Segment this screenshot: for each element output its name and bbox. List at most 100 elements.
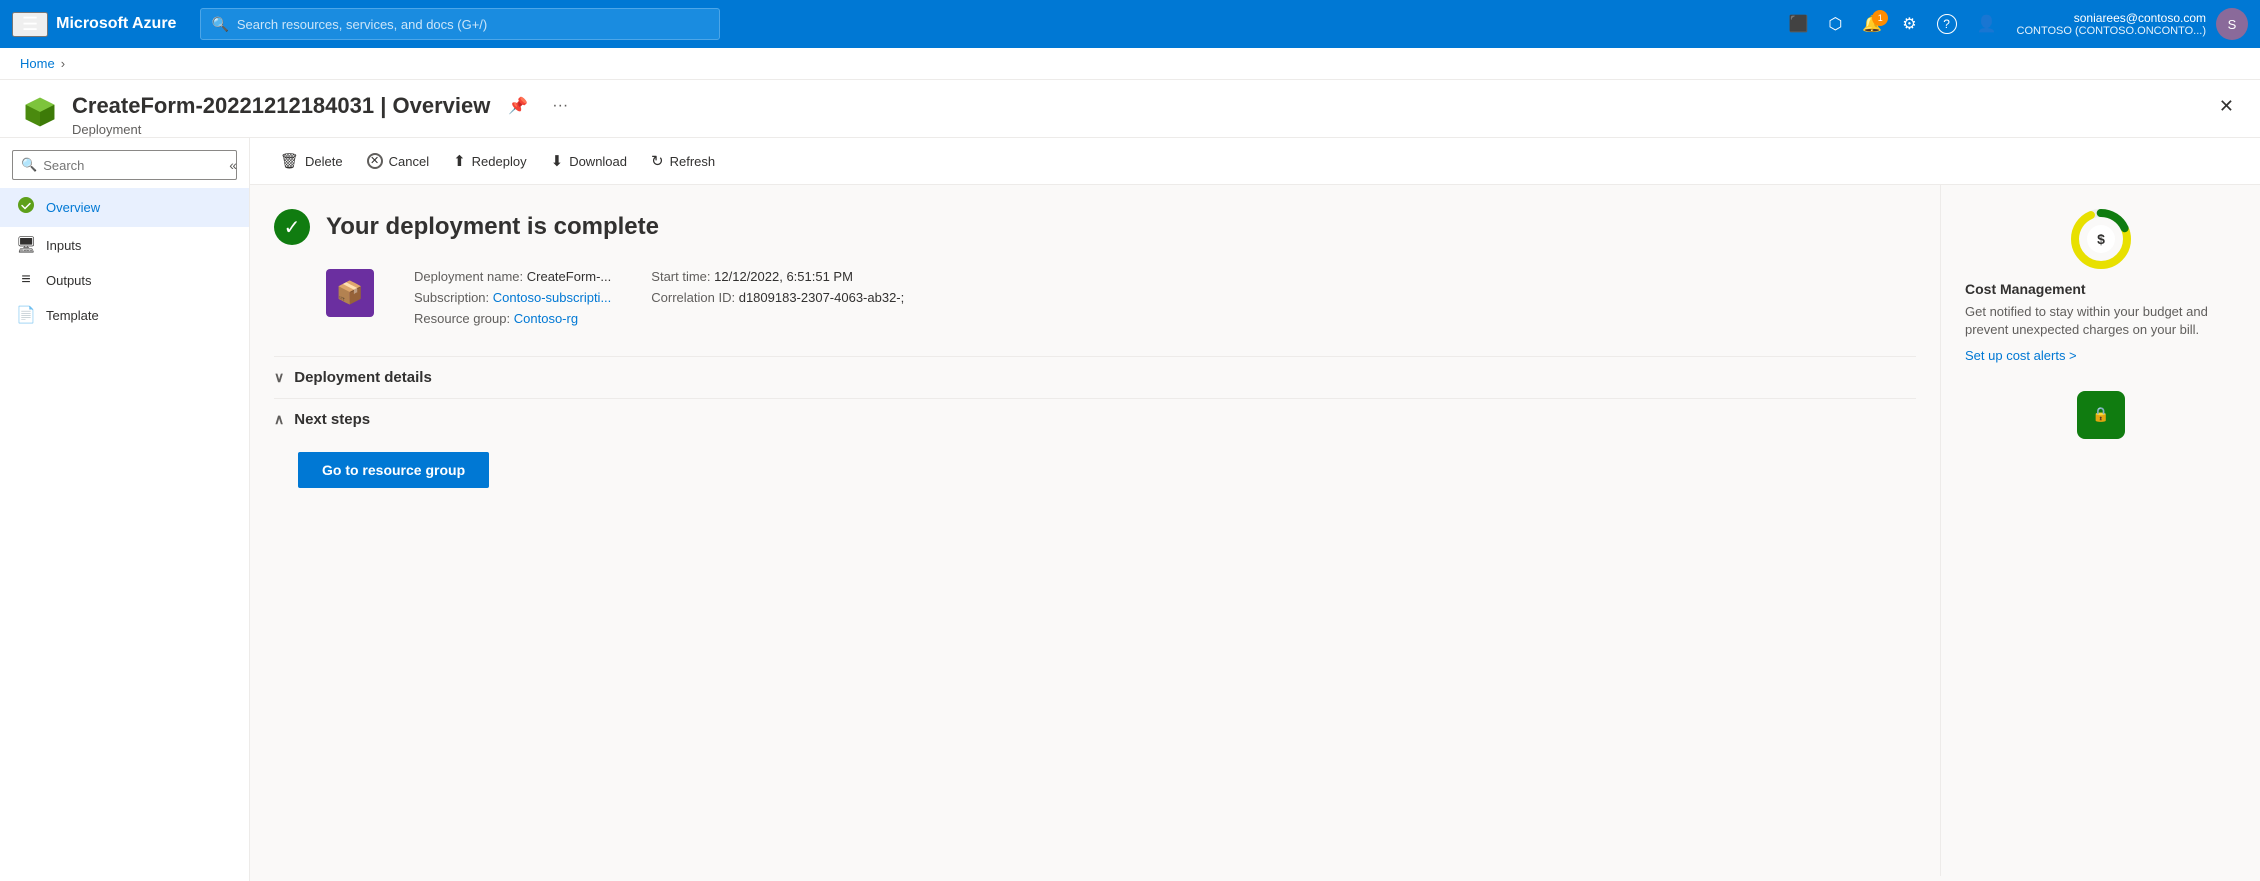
deployment-name-row: Deployment name: CreateForm-...	[414, 269, 611, 284]
top-navigation: ☰ Microsoft Azure 🔍 ⬛ ⬡ 🔔 1 ⚙ ? 👤 soniar…	[0, 0, 2260, 48]
redeploy-icon: ⬆	[453, 152, 466, 170]
cube-icon: 📦	[336, 280, 363, 306]
directory-button[interactable]: 👤	[1969, 8, 2005, 40]
start-time-label: Start time:	[651, 269, 710, 284]
cost-management-icon: $	[2071, 209, 2131, 269]
page-header: CreateForm-20221212184031 | Overview 📌 ·…	[0, 80, 2260, 138]
main-layout: 🔍 « Overview 🖥 Inputs ≡ Outputs 📄 Templa…	[0, 138, 2260, 881]
search-icon: 🔍	[211, 16, 228, 33]
next-steps-section-header[interactable]: ∧ Next steps	[274, 398, 1916, 440]
notifications-button[interactable]: 🔔 1	[1854, 8, 1890, 40]
next-steps-chevron-icon: ∧	[274, 411, 284, 428]
content-area: ✓ Your deployment is complete 📦 Deployme…	[250, 185, 2260, 876]
cancel-button[interactable]: ✕ Cancel	[357, 147, 439, 175]
resource-icon	[20, 92, 60, 132]
redeploy-button[interactable]: ⬆ Redeploy	[443, 146, 537, 176]
hamburger-menu-button[interactable]: ☰	[12, 12, 48, 37]
start-time-value: 12/12/2022, 6:51:51 PM	[714, 269, 853, 284]
security-section: 🔒	[1965, 391, 2236, 439]
deployment-name-value: CreateForm-...	[527, 269, 612, 284]
sidebar-item-outputs-label: Outputs	[46, 273, 92, 288]
set-up-cost-alerts-link[interactable]: Set up cost alerts >	[1965, 348, 2077, 363]
delete-icon: 🗑	[280, 152, 299, 170]
cloud-shell-button[interactable]: ⬛	[1780, 8, 1816, 40]
user-info: soniarees@contoso.com CONTOSO (CONTOSO.O…	[2017, 11, 2206, 37]
sidebar-item-overview-label: Overview	[46, 200, 100, 215]
cloud-shell-icon: ⬛	[1788, 14, 1808, 34]
user-email: soniarees@contoso.com	[2017, 11, 2206, 25]
deployment-complete-header: ✓ Your deployment is complete	[274, 209, 1916, 245]
security-shield-icon: 🔒	[2077, 391, 2125, 439]
main-content: 🗑 Delete ✕ Cancel ⬆ Redeploy ⬇ Download …	[250, 138, 2260, 881]
deployment-info-left: Deployment name: CreateForm-... Subscrip…	[414, 269, 611, 332]
upload-icon: ⬡	[1828, 14, 1842, 34]
correlation-id-label: Correlation ID:	[651, 290, 735, 305]
svg-text:$: $	[2097, 231, 2105, 247]
azure-deployment-icon	[22, 94, 58, 130]
breadcrumb: Home ›	[0, 48, 2260, 80]
template-icon: 📄	[16, 305, 36, 325]
redeploy-label: Redeploy	[472, 154, 527, 169]
deployment-name-label: Deployment name:	[414, 269, 523, 284]
details-chevron-icon: ∨	[274, 369, 284, 386]
help-icon: ?	[1937, 14, 1957, 34]
sidebar-item-overview[interactable]: Overview	[0, 188, 249, 227]
next-steps-label: Next steps	[294, 411, 370, 428]
sidebar: 🔍 « Overview 🖥 Inputs ≡ Outputs 📄 Templa…	[0, 138, 250, 881]
resource-group-link[interactable]: Contoso-rg	[514, 311, 578, 326]
sidebar-item-inputs[interactable]: 🖥 Inputs	[0, 227, 249, 263]
sidebar-item-template-label: Template	[46, 308, 99, 323]
deployment-details-section-header[interactable]: ∨ Deployment details	[274, 356, 1916, 398]
page-title: CreateForm-20221212184031 | Overview 📌 ·…	[72, 92, 2201, 120]
svg-text:🔒: 🔒	[2092, 406, 2109, 423]
deployment-info-section: 📦 Deployment name: CreateForm-... Subscr…	[326, 269, 1916, 332]
sidebar-search-icon: 🔍	[21, 157, 37, 173]
upload-button[interactable]: ⬡	[1820, 8, 1850, 40]
page-title-text: CreateForm-20221212184031 | Overview	[72, 93, 490, 119]
more-button[interactable]: ···	[546, 93, 574, 119]
breadcrumb-home-link[interactable]: Home	[20, 56, 55, 71]
download-label: Download	[569, 154, 627, 169]
help-button[interactable]: ?	[1929, 8, 1965, 40]
notification-badge: 1	[1872, 10, 1888, 26]
sidebar-item-inputs-label: Inputs	[46, 238, 81, 253]
cancel-icon: ✕	[367, 153, 383, 169]
sidebar-item-template[interactable]: 📄 Template	[0, 297, 249, 333]
delete-button[interactable]: 🗑 Delete	[270, 146, 353, 176]
overview-icon	[16, 196, 36, 219]
sidebar-collapse-button[interactable]: «	[225, 155, 241, 175]
deployment-details-label: Deployment details	[294, 369, 432, 386]
download-button[interactable]: ⬇ Download	[541, 146, 637, 176]
cost-management-description: Get notified to stay within your budget …	[1965, 303, 2236, 339]
pin-button[interactable]: 📌	[502, 92, 534, 120]
subscription-link[interactable]: Contoso-subscripti...	[493, 290, 612, 305]
brand-logo: Microsoft Azure	[56, 15, 176, 33]
breadcrumb-separator: ›	[61, 56, 65, 71]
start-time-row: Start time: 12/12/2022, 6:51:51 PM	[651, 269, 904, 284]
next-steps-content: Go to resource group	[274, 440, 1916, 500]
avatar[interactable]: S	[2216, 8, 2248, 40]
content-aside-panel: $ Cost Management Get notified to stay w…	[1940, 185, 2260, 876]
settings-button[interactable]: ⚙	[1894, 8, 1924, 40]
subscription-row: Subscription: Contoso-subscripti...	[414, 290, 611, 305]
page-header-actions: ✕	[2213, 92, 2240, 121]
delete-label: Delete	[305, 154, 343, 169]
toolbar: 🗑 Delete ✕ Cancel ⬆ Redeploy ⬇ Download …	[250, 138, 2260, 185]
download-icon: ⬇	[551, 152, 564, 170]
cost-management-section: $ Cost Management Get notified to stay w…	[1965, 209, 2236, 363]
inputs-icon: 🖥	[16, 235, 36, 255]
sidebar-search-box: 🔍 «	[12, 150, 237, 180]
sidebar-search-input[interactable]	[43, 158, 219, 173]
refresh-button[interactable]: ↻ Refresh	[641, 146, 725, 176]
close-button[interactable]: ✕	[2213, 92, 2240, 121]
correlation-id-row: Correlation ID: d1809183-2307-4063-ab32-…	[651, 290, 904, 305]
global-search-input[interactable]	[237, 17, 710, 32]
deployment-info-right: Start time: 12/12/2022, 6:51:51 PM Corre…	[651, 269, 904, 332]
refresh-label: Refresh	[670, 154, 716, 169]
go-to-resource-group-button[interactable]: Go to resource group	[298, 452, 489, 488]
user-tenant: CONTOSO (CONTOSO.ONCONTO...)	[2017, 25, 2206, 37]
success-check-icon: ✓	[274, 209, 310, 245]
cancel-label: Cancel	[389, 154, 429, 169]
sidebar-item-outputs[interactable]: ≡ Outputs	[0, 263, 249, 297]
page-subtitle: Deployment	[72, 122, 2201, 137]
